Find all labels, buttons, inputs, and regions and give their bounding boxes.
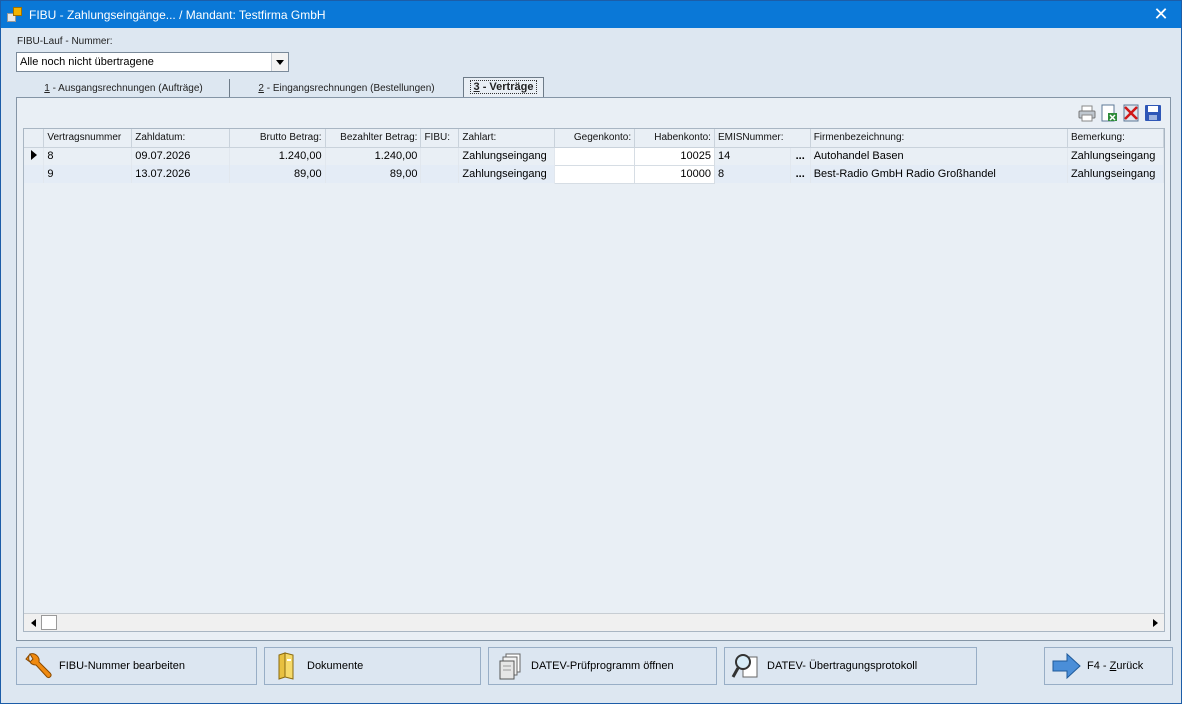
fibu-lauf-select[interactable]: Alle noch nicht übertragene (16, 52, 289, 72)
cell-bemerkung[interactable]: Zahlungseingang (1067, 147, 1164, 165)
dokumente-label: Dokumente (307, 660, 364, 672)
col-zahldatum[interactable]: Zahldatum: (131, 129, 230, 148)
fibu-nummer-bearbeiten-button[interactable]: FIBU-Nummer bearbeiten (16, 647, 257, 685)
cell-vertragsnummer[interactable]: 9 (43, 165, 133, 183)
zurueck-prefix: F4 - (1087, 660, 1110, 672)
cell-gegenkonto[interactable] (554, 146, 636, 166)
col-firmenbezeichnung[interactable]: Firmenbezeichnung: (810, 129, 1068, 148)
tab-panel: Vertragsnummer Zahldatum: Brutto Betrag:… (16, 97, 1171, 641)
cell-zahldatum[interactable]: 13.07.2026 (131, 165, 230, 183)
datev-pruefprogramm-label: DATEV-Prüfprogramm öffnen (531, 660, 674, 672)
col-emisnummer[interactable]: EMISNummer: (714, 129, 811, 148)
folder-icon (271, 651, 301, 681)
window-title: FIBU - Zahlungseingänge... / Mandant: Te… (29, 7, 326, 22)
zurueck-button[interactable]: F4 - Zurück (1044, 647, 1173, 685)
col-bemerkung[interactable]: Bemerkung: (1067, 129, 1164, 148)
table-row[interactable]: 9 13.07.2026 89,00 89,00 Zahlungseingang… (24, 164, 1164, 184)
export-excel-icon[interactable] (1100, 104, 1118, 122)
fibu-nummer-bearbeiten-label: FIBU-Nummer bearbeiten (59, 660, 185, 672)
row-indicator (24, 165, 45, 183)
chevron-down-icon[interactable] (271, 53, 288, 71)
cell-zahlart[interactable]: Zahlungseingang (458, 147, 556, 165)
col-gegenkonto[interactable]: Gegenkonto: (554, 129, 636, 148)
cell-fibu[interactable] (420, 147, 460, 165)
datev-uebertragungsprotokoll-label: DATEV- Übertragungsprotokoll (767, 660, 918, 672)
col-bezahlter-betrag[interactable]: Bezahlter Betrag: (325, 129, 422, 148)
emis-lookup-button[interactable]: ... (790, 165, 811, 183)
datev-pruefprogramm-button[interactable]: DATEV-Prüfprogramm öffnen (488, 647, 717, 685)
col-brutto-betrag[interactable]: Brutto Betrag: (229, 129, 326, 148)
cell-firmenbezeichnung[interactable]: Autohandel Basen (810, 147, 1068, 165)
dokumente-button[interactable]: Dokumente (264, 647, 481, 685)
cell-habenkonto[interactable]: 10000 (634, 164, 715, 184)
delete-icon[interactable] (1122, 104, 1140, 122)
col-habenkonto[interactable]: Habenkonto: (634, 129, 715, 148)
vertraege-grid[interactable]: Vertragsnummer Zahldatum: Brutto Betrag:… (23, 128, 1165, 632)
cell-bezahlt[interactable]: 89,00 (325, 165, 422, 183)
cell-brutto[interactable]: 89,00 (229, 165, 326, 183)
fibu-lauf-label: FIBU-Lauf - Nummer: (17, 36, 113, 47)
col-vertragsnummer[interactable]: Vertragsnummer (43, 129, 133, 148)
tab-ausgangsrechnungen[interactable]: 1 - Ausgangsrechnungen (Aufträge) (18, 79, 230, 97)
cell-brutto[interactable]: 1.240,00 (229, 147, 326, 165)
tab-eingangsrechnungen-label: - Eingangsrechnungen (Bestellungen) (263, 83, 435, 94)
zurueck-label: F4 - Zurück (1087, 660, 1143, 672)
cell-zahlart[interactable]: Zahlungseingang (458, 165, 556, 183)
current-row-indicator-icon (24, 147, 45, 165)
close-button[interactable]: ✕ (1151, 4, 1171, 24)
cell-zahldatum[interactable]: 09.07.2026 (131, 147, 230, 165)
tab-ausgangsrechnungen-label: - Ausgangsrechnungen (Aufträge) (49, 83, 203, 94)
cell-vertragsnummer[interactable]: 8 (43, 147, 133, 165)
tab-vertraege-label: - Verträge (479, 81, 534, 93)
cell-firmenbezeichnung[interactable]: Best-Radio GmbH Radio Großhandel (810, 165, 1068, 183)
save-icon[interactable] (1144, 104, 1162, 122)
scroll-left-icon[interactable] (25, 615, 41, 631)
row-indicator-header (24, 129, 45, 148)
cell-habenkonto[interactable]: 10025 (634, 146, 715, 166)
col-zahlart[interactable]: Zahlart: (458, 129, 556, 148)
fibu-lauf-selected-value: Alle noch nicht übertragene (20, 56, 154, 68)
printer-icon[interactable] (1078, 104, 1096, 122)
cell-gegenkonto[interactable] (554, 164, 636, 184)
horizontal-scrollbar[interactable] (24, 613, 1164, 631)
cell-bezahlt[interactable]: 1.240,00 (325, 147, 422, 165)
vertraege-table: Vertragsnummer Zahldatum: Brutto Betrag:… (24, 129, 1164, 184)
app-icon (7, 6, 23, 23)
main-window: FIBU - Zahlungseingänge... / Mandant: Te… (0, 0, 1182, 704)
datev-uebertragungsprotokoll-button[interactable]: DATEV- Übertragungsprotokoll (724, 647, 977, 685)
cell-bemerkung[interactable]: Zahlungseingang (1067, 165, 1164, 183)
wrench-icon (23, 651, 53, 681)
documents-icon (495, 651, 525, 681)
emis-lookup-button[interactable]: ... (790, 147, 811, 165)
tab-eingangsrechnungen[interactable]: 2 - Eingangsrechnungen (Bestellungen) (230, 79, 464, 97)
title-bar[interactable]: FIBU - Zahlungseingänge... / Mandant: Te… (1, 1, 1181, 28)
table-row[interactable]: 8 09.07.2026 1.240,00 1.240,00 Zahlungse… (24, 146, 1164, 166)
magnifier-icon (731, 651, 761, 681)
zurueck-rest: urück (1116, 660, 1144, 672)
cell-fibu[interactable] (420, 165, 460, 183)
cell-emisnummer[interactable]: 14 (714, 147, 791, 165)
scrollbar-thumb[interactable] (41, 615, 57, 630)
col-fibu[interactable]: FIBU: (420, 129, 460, 148)
scroll-right-icon[interactable] (1147, 615, 1163, 631)
arrow-right-icon (1051, 651, 1081, 681)
tab-vertraege[interactable]: 3 - Verträge (463, 77, 544, 97)
cell-emisnummer[interactable]: 8 (714, 165, 791, 183)
table-header-row: Vertragsnummer Zahldatum: Brutto Betrag:… (24, 129, 1164, 148)
grid-toolbar (1078, 104, 1162, 122)
